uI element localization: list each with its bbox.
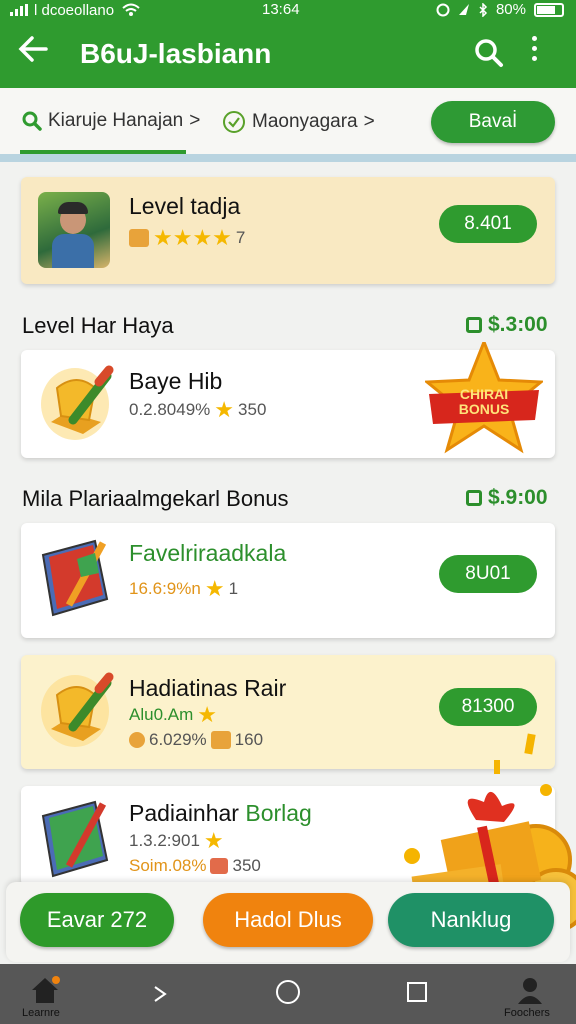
chevron-right-icon: > bbox=[189, 110, 201, 131]
rating-count: 7 bbox=[235, 228, 246, 247]
avatar bbox=[38, 192, 110, 268]
book-icon bbox=[41, 539, 109, 617]
action-button-tertiary[interactable]: Nanklug bbox=[388, 893, 554, 947]
search-button[interactable] bbox=[474, 38, 504, 73]
section-price: $.9:00 bbox=[466, 486, 548, 510]
rating: ★★★★ 7 bbox=[129, 225, 246, 250]
profile-button[interactable] bbox=[516, 976, 544, 1009]
action-button-secondary[interactable]: Hadol Dlus bbox=[203, 893, 373, 947]
trophy-pen-icon bbox=[41, 672, 114, 747]
star-icon: ★ bbox=[197, 702, 217, 727]
card-meta: 1.3.2:901 ★ bbox=[129, 828, 224, 853]
section-price: $.3:00 bbox=[466, 313, 548, 337]
battery-icon bbox=[534, 2, 564, 17]
level-card[interactable]: Level tadja ★★★★ 7 8.401 bbox=[21, 177, 555, 284]
rating-count: 160 bbox=[234, 730, 264, 749]
recents-button[interactable] bbox=[407, 982, 427, 1002]
chevron-right-icon bbox=[154, 986, 167, 1002]
location-icon bbox=[458, 3, 469, 15]
battery-percent: 80% bbox=[495, 1, 526, 18]
home-circle-button[interactable] bbox=[276, 980, 300, 1004]
section-title: Mila Plariaalmgekarl Bonus bbox=[22, 486, 289, 511]
person-icon bbox=[518, 978, 542, 1004]
app-bar: B6uJ-lasbiann bbox=[0, 20, 576, 88]
card-title: Level tadja bbox=[129, 193, 241, 219]
nav-label-right: Foochers bbox=[504, 1007, 550, 1019]
coin-icon bbox=[129, 732, 145, 748]
rating-count: 1 bbox=[228, 579, 239, 598]
card-meta: Alu0.Am ★ bbox=[129, 702, 217, 727]
price-button[interactable]: 81300 bbox=[439, 688, 537, 726]
card-title: Padiainhar Borlag bbox=[129, 800, 312, 826]
star-icon: ★ bbox=[204, 576, 225, 601]
divider bbox=[0, 154, 576, 162]
bonus-badge-label: CHIRAI BONUS bbox=[458, 386, 510, 417]
nav-label-left: Learnre bbox=[22, 1007, 60, 1019]
check-circle-icon bbox=[223, 111, 245, 133]
card-title: Baye Hib bbox=[129, 368, 223, 394]
price-button[interactable]: 8.401 bbox=[439, 205, 537, 243]
carrier-label: l dcoeollano bbox=[34, 1, 115, 19]
price-button[interactable]: 8U01 bbox=[439, 555, 537, 593]
card-title: Favelriraadkala bbox=[129, 540, 287, 566]
card-meta: 16.6:9%n ★ 1 bbox=[129, 576, 239, 601]
tab-kiaruje[interactable]: Kiaruje Hanajan > bbox=[22, 110, 200, 132]
action-button-primary[interactable]: Eavar 272 bbox=[20, 893, 174, 947]
more-menu-button[interactable] bbox=[532, 36, 537, 61]
bottom-action-bar: Eavar 272 Hadol Dlus Nanklug bbox=[6, 882, 570, 962]
coin-icon bbox=[129, 229, 149, 247]
card-meta-secondary: Soim.08% 350 bbox=[129, 856, 261, 875]
chest-icon bbox=[210, 858, 229, 874]
status-bar: l dcoeollano 13:64 80% bbox=[0, 0, 576, 20]
trophy-pen-icon bbox=[41, 365, 114, 440]
home-button[interactable] bbox=[30, 976, 60, 1009]
system-nav-bar: Learnre Foochers bbox=[0, 964, 576, 1024]
wifi-icon bbox=[122, 3, 140, 16]
card-meta-secondary: 6.029% 160 bbox=[129, 730, 263, 750]
chevron-right-icon: > bbox=[363, 111, 375, 132]
back-button[interactable] bbox=[18, 34, 48, 70]
offer-card[interactable]: Baye Hib 0.2.8049% ★ 350 CHIRAI BONUS bbox=[21, 342, 555, 458]
save-button[interactable]: Bavaİ bbox=[431, 101, 555, 143]
star-icon: ★ bbox=[203, 828, 224, 853]
signal-icon bbox=[10, 4, 28, 16]
clock: 13:64 bbox=[262, 1, 300, 18]
offer-card[interactable]: Favelriraadkala 16.6:9%n ★ 1 8U01 bbox=[21, 523, 555, 638]
rating-count: 350 bbox=[232, 856, 261, 875]
page-title: B6uJ-lasbiann bbox=[80, 38, 272, 69]
tag-icon bbox=[466, 317, 482, 333]
search-icon bbox=[475, 39, 503, 67]
tag-icon bbox=[466, 490, 482, 506]
alarm-icon bbox=[436, 3, 450, 16]
tab-label: Maonyagara bbox=[252, 111, 358, 132]
book-icon bbox=[41, 800, 109, 878]
bluetooth-icon bbox=[479, 2, 488, 17]
forward-button[interactable] bbox=[152, 984, 168, 1009]
tab-maonyagara[interactable]: Maonyagara > bbox=[222, 110, 375, 134]
chest-icon bbox=[210, 731, 231, 749]
search-icon bbox=[22, 111, 42, 131]
home-icon bbox=[32, 976, 60, 1003]
star-icon: ★ bbox=[214, 397, 235, 422]
tab-label: Kiaruje Hanajan bbox=[48, 110, 184, 131]
card-title: Hadiatinas Rair bbox=[129, 675, 287, 701]
card-meta: 0.2.8049% ★ 350 bbox=[129, 397, 267, 422]
star-icon: ★★★★ bbox=[153, 225, 232, 250]
rating-count: 350 bbox=[238, 400, 267, 419]
section-title: Level Har Haya bbox=[22, 313, 174, 338]
arrow-left-icon bbox=[18, 36, 48, 62]
